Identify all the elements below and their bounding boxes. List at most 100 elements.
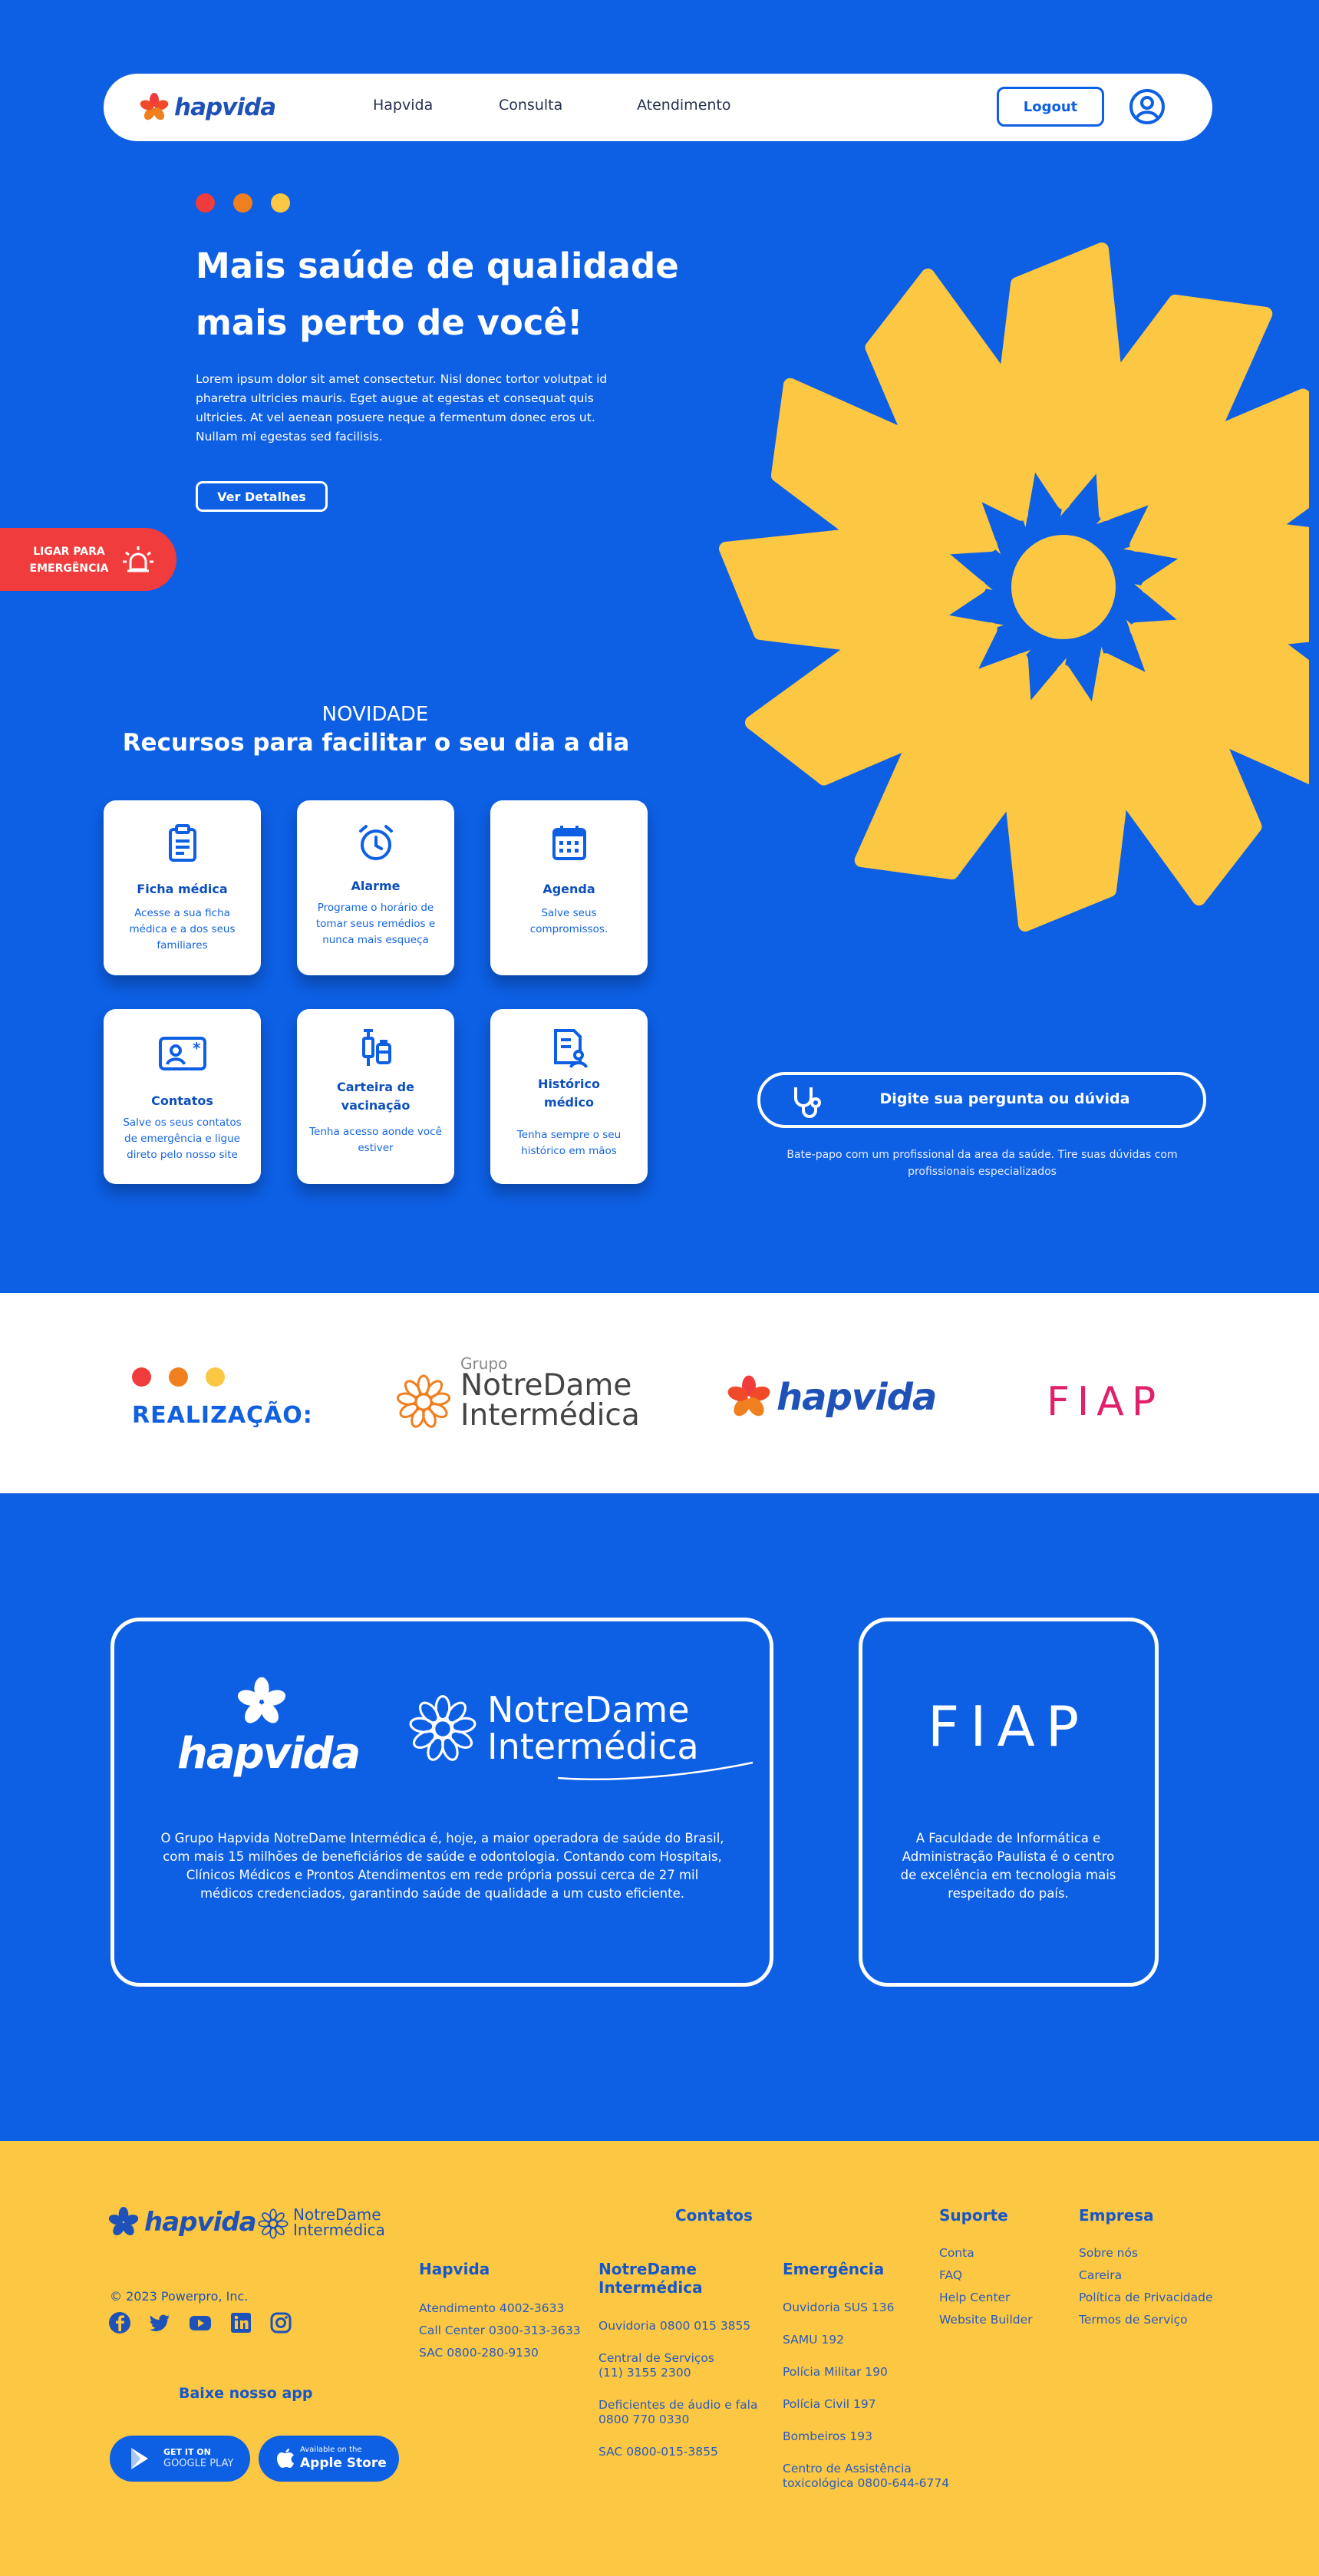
notredame-column-title-line1: NotreDame [598, 2260, 697, 2278]
card-description: Programe o horário de tomar seus remédio… [315, 902, 436, 946]
fiap-card: FIAP A Faculdade de Informática e Admini… [859, 1618, 1159, 1987]
card-description: Tenha sempre o seu histórico em mãos [516, 1129, 622, 1157]
hapvida-column-title: Hapvida [419, 2260, 490, 2278]
footer-link[interactable]: SAMU 192 [783, 2333, 844, 2347]
hapvida-partner-logo[interactable]: hapvida [726, 1374, 937, 1420]
footer: hapvida NotreDame Intermédica © 2023 Pow… [0, 2141, 1319, 2576]
notredame-flower-icon [258, 2208, 289, 2239]
support-column-title: Suporte [939, 2206, 1008, 2225]
copyright: © 2023 Powerpro, Inc. [110, 2289, 249, 2304]
hapvida-logo-text: hapvida [177, 1729, 361, 1779]
decorative-dot-yellow [206, 1367, 225, 1387]
nav-link-consulta[interactable]: Consulta [499, 97, 562, 114]
notredame-logo[interactable]: Grupo NotreDame Intermédica [393, 1354, 640, 1439]
footer-link[interactable]: SAC 0800-015-3855 [598, 2445, 718, 2459]
footer-link[interactable]: Deficientes de áudio e fala 0800 770 033… [598, 2398, 757, 2427]
emergency-call-button[interactable]: LIGAR PARA EMERGÊNCIA [0, 528, 176, 591]
google-play-icon [131, 2448, 148, 2469]
section-kicker: NOVIDADE [322, 703, 429, 726]
footer-link[interactable]: Conta [939, 2246, 974, 2261]
hero-section: hapvida Hapvida Consulta Atendimento Log… [0, 0, 1319, 1293]
details-button[interactable]: Ver Detalhes [196, 481, 328, 512]
google-play-small: GET IT ON [163, 2447, 211, 2457]
apple-store-button[interactable]: Available on the Apple Store [259, 2436, 399, 2482]
apple-store-small: Available on the [300, 2446, 362, 2454]
twitter-icon[interactable] [148, 2311, 171, 2334]
feature-card-agenda[interactable]: Agenda Salve seus compromissos. [490, 800, 648, 975]
hero-title-line2: mais perto de você! [196, 302, 583, 343]
decorative-star-pattern [719, 242, 1309, 932]
app-download-title: Baixe nosso app [179, 2385, 313, 2402]
calendar-icon [552, 826, 586, 860]
section-title: Recursos para facilitar o seu dia a dia [122, 729, 630, 757]
emergency-column-title: Emergência [783, 2260, 885, 2278]
youtube-icon[interactable] [189, 2311, 212, 2334]
hapvida-logo-text: hapvida [777, 1376, 937, 1419]
card-description: Salve seus compromissos. [529, 907, 608, 935]
footer-link[interactable]: Termos de Serviço [1079, 2313, 1188, 2327]
facebook-icon[interactable] [108, 2311, 131, 2334]
stethoscope-icon [794, 1087, 821, 1118]
footer-link-line2: toxicológica 0800-644-6774 [783, 2476, 950, 2490]
emergency-label-line2: EMERGÊNCIA [29, 562, 109, 575]
footer-notredame-logo[interactable]: NotreDame Intermédica [256, 2205, 385, 2244]
nav-link-hapvida[interactable]: Hapvida [373, 97, 433, 114]
footer-link-line1: Deficientes de áudio e fala [598, 2398, 758, 2412]
notredame-flower-icon [396, 1374, 451, 1428]
feature-card-contatos[interactable]: * Contatos Salve os seus contatos de eme… [104, 1009, 261, 1184]
logout-button[interactable]: Logout [997, 87, 1104, 127]
linkedin-icon[interactable] [229, 2311, 252, 2334]
question-input[interactable]: Digite sua pergunta ou dúvida [757, 1072, 1206, 1128]
footer-link[interactable]: Central de Serviços (11) 3155 2300 [598, 2351, 714, 2380]
card-title: Agenda [542, 882, 595, 896]
footer-link[interactable]: Ouvidoria SUS 136 [783, 2301, 894, 2315]
decorative-dot-yellow [271, 193, 290, 213]
group-description: O Grupo Hapvida NotreDame Intermédica é,… [160, 1831, 724, 1901]
footer-link[interactable]: Polícia Militar 190 [783, 2365, 888, 2380]
contact-card-icon: * [158, 1037, 206, 1070]
footer-link-line1: Central de Serviços [598, 2351, 714, 2365]
feature-card-vacinacao[interactable]: Carteira de vacinação Tenha acesso aonde… [297, 1009, 454, 1184]
company-column-title: Empresa [1079, 2206, 1154, 2225]
feature-card-ficha-medica[interactable]: Ficha médica Acesse a sua ficha médica e… [104, 800, 261, 975]
footer-link-line2: 0800 770 0330 [598, 2413, 690, 2426]
card-title: Carteira de vacinação [337, 1080, 414, 1113]
footer-link[interactable]: Polícia Civil 197 [783, 2397, 876, 2412]
footer-hapvida-logo[interactable]: hapvida [107, 2206, 257, 2238]
vaccine-icon [361, 1029, 391, 1066]
hero-text: Lorem ipsum dolor sit amet consectetur. … [196, 372, 608, 444]
nav-link-atendimento[interactable]: Atendimento [637, 97, 731, 114]
realizacao-label: REALIZAÇÃO: [132, 1402, 313, 1429]
footer-link[interactable]: Bombeiros 193 [783, 2429, 872, 2444]
footer-link[interactable]: Sobre nós [1079, 2246, 1138, 2261]
svg-text:*: * [193, 1039, 201, 1057]
footer-link[interactable]: FAQ [939, 2268, 962, 2283]
clipboard-icon [168, 824, 196, 862]
partners-section: REALIZAÇÃO: Grupo NotreDame Intermédica [0, 1293, 1319, 1493]
footer-link[interactable]: Centro de Assistência toxicológica 0800-… [783, 2462, 949, 2491]
fiap-logo[interactable]: FIAP [1047, 1379, 1163, 1425]
notredame-logo-line2: Intermédica [460, 1398, 640, 1433]
footer-link[interactable]: Website Builder [939, 2313, 1033, 2327]
notredame-logo-line1: NotreDame [487, 1689, 690, 1730]
hapvida-logo[interactable]: hapvida [139, 89, 276, 126]
footer-link[interactable]: SAC 0800-280-9130 [419, 2346, 539, 2360]
footer-link[interactable]: Help Center [939, 2291, 1010, 2305]
google-play-button[interactable]: GET IT ON GOOGLE PLAY [110, 2436, 250, 2482]
feature-card-alarme[interactable]: Alarme Programe o horário de tomar seus … [297, 800, 454, 975]
hapvida-logo-text: hapvida [174, 94, 276, 121]
notredame-logo-line2: Intermédica [293, 2221, 385, 2239]
footer-link[interactable]: Careira [1079, 2268, 1122, 2283]
fiap-logo: FIAP [927, 1694, 1090, 1759]
footer-link[interactable]: Call Center 0300-313-3633 [419, 2324, 581, 2338]
instagram-icon[interactable] [269, 2311, 292, 2334]
footer-link[interactable]: Política de Privacidade [1079, 2291, 1213, 2305]
user-circle-icon[interactable] [1128, 87, 1166, 126]
notredame-swoosh [557, 1761, 753, 1780]
hapvida-flower-icon [727, 1375, 770, 1417]
footer-link[interactable]: Ouvidoria 0800 015 3855 [598, 2319, 750, 2334]
question-input-placeholder: Digite sua pergunta ou dúvida [879, 1090, 1130, 1107]
footer-link[interactable]: Atendimento 4002-3633 [419, 2301, 564, 2316]
decorative-dot-red [132, 1367, 151, 1387]
feature-card-historico[interactable]: Histórico médico Tenha sempre o seu hist… [490, 1009, 648, 1184]
